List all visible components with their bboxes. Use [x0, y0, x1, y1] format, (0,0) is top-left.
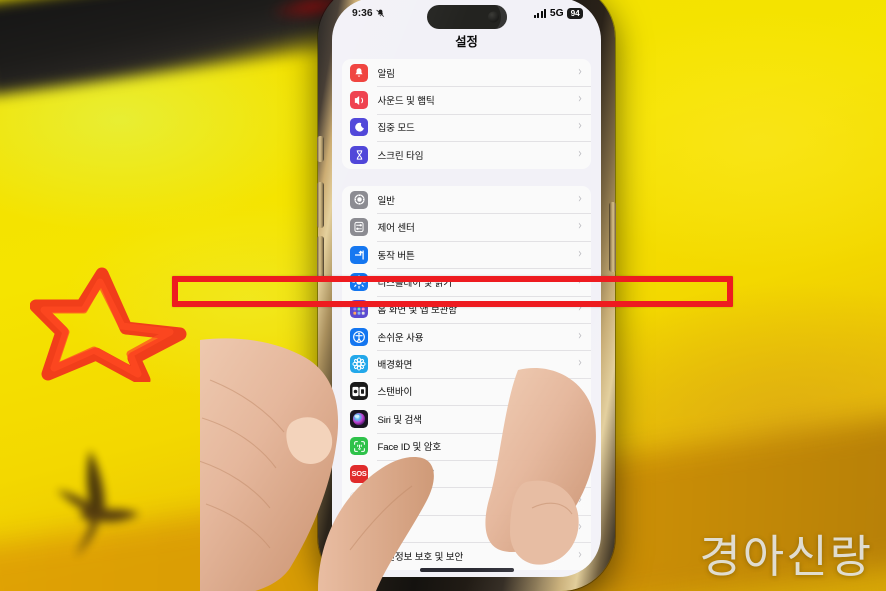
hourglass-icon: [350, 145, 368, 164]
dynamic-island: [426, 4, 507, 29]
battery-percent-badge: 94: [567, 8, 583, 19]
chevron-right-icon: ›: [578, 219, 582, 234]
notification-bell-icon: [350, 63, 368, 82]
settings-row[interactable]: 일반 ›: [342, 186, 591, 213]
chevron-right-icon: ›: [578, 146, 582, 162]
settings-row[interactable]: 알림 ›: [342, 59, 591, 86]
page-title: 설정: [455, 35, 478, 49]
control-toggles-icon: [350, 218, 368, 237]
settings-row-label: 사운드 및 햅틱: [377, 96, 435, 108]
settings-row[interactable]: 제어 센터 ›: [342, 213, 591, 240]
settings-row-label: 일반: [377, 195, 396, 207]
settings-row-label: 알림: [377, 68, 396, 80]
watermark-text: 경아신랑: [699, 530, 873, 583]
gear-icon: [350, 190, 368, 209]
settings-group: 알림 › 사운드 및 햅틱 › 집중 모드 › 스크린 타임 ›: [342, 59, 591, 169]
settings-row[interactable]: 집중 모드 ›: [342, 113, 591, 141]
settings-row-label: 집중 모드: [377, 123, 415, 135]
chevron-right-icon: ›: [578, 91, 582, 107]
volume-up-button[interactable]: [317, 182, 324, 228]
settings-row-label: 스크린 타임: [377, 150, 424, 162]
cellular-bars-icon: [533, 9, 547, 18]
network-label: 5G: [549, 8, 564, 19]
chevron-right-icon: ›: [578, 191, 582, 207]
action-button[interactable]: [317, 136, 324, 162]
bell-slash-icon: [376, 9, 384, 17]
bird-silhouette-icon: [57, 450, 139, 556]
settings-row[interactable]: 스크린 타임 ›: [342, 141, 591, 168]
status-bar-right: 5G 94: [533, 8, 583, 19]
status-time: 9:36: [352, 8, 373, 19]
chevron-right-icon: ›: [578, 119, 582, 135]
status-bar: 9:36 5G 94: [332, 0, 601, 29]
settings-row[interactable]: 사운드 및 햅틱 ›: [342, 86, 591, 113]
settings-row-label: 제어 센터: [377, 223, 415, 235]
speaker-waves-icon: [350, 91, 368, 110]
status-bar-left: 9:36: [352, 8, 385, 19]
red-highlight-rectangle: [172, 276, 733, 307]
chevron-right-icon: ›: [578, 64, 582, 80]
crescent-moon-icon: [350, 118, 368, 137]
